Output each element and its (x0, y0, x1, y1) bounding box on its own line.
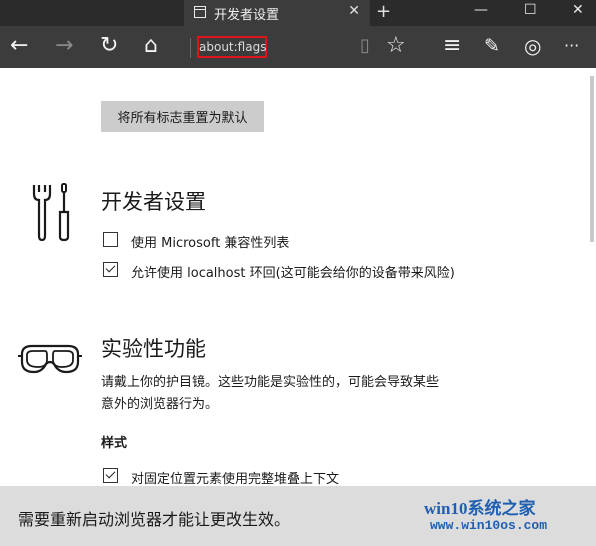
refresh-button[interactable]: ↻ (100, 34, 118, 58)
developer-settings-heading: 开发者设置 (101, 190, 206, 214)
experimental-description: 请戴上你的护目镜。这些功能是实验性的，可能会导致某些 意外的浏览器行为。 (101, 372, 481, 416)
new-tab-button[interactable]: + (376, 1, 391, 22)
hub-button[interactable]: ≡ (443, 34, 461, 58)
stacking-context-checkbox[interactable] (103, 468, 118, 483)
reset-all-flags-button[interactable]: 将所有标志重置为默认 (101, 101, 264, 132)
compat-list-checkbox[interactable] (103, 232, 118, 247)
title-bar: 开发者设置 ✕ + — ☐ ✕ (0, 0, 596, 26)
description-line-1: 请戴上你的护目镜。这些功能是实验性的，可能会导致某些 (101, 375, 440, 390)
reading-view-button[interactable]: ▯ (360, 34, 370, 58)
minimize-button[interactable]: — (474, 2, 488, 18)
tab-close-icon[interactable]: ✕ (348, 3, 360, 19)
style-subheading: 样式 (101, 436, 128, 451)
wrench-screwdriver-icon (32, 183, 70, 242)
more-button[interactable]: ··· (564, 34, 579, 58)
localhost-loopback-checkbox[interactable] (103, 262, 118, 277)
forward-button[interactable]: → (55, 34, 73, 58)
description-line-2: 意外的浏览器行为。 (101, 397, 219, 412)
goggles-icon (18, 344, 82, 374)
tab-title: 开发者设置 (214, 8, 280, 23)
favorite-button[interactable]: ☆ (386, 34, 406, 58)
localhost-loopback-label: 允许使用 localhost 环回(这可能会给你的设备带来风险) (131, 266, 455, 281)
back-button[interactable]: ← (10, 34, 28, 58)
watermark-url: www.win10os.com (430, 518, 548, 533)
restart-notice-text: 需要重新启动浏览器才能让更改生效。 (18, 510, 291, 529)
experimental-features-heading: 实验性功能 (101, 337, 206, 361)
scrollbar-thumb[interactable] (590, 76, 594, 242)
close-window-button[interactable]: ✕ (572, 2, 584, 18)
maximize-button[interactable]: ☐ (524, 2, 537, 18)
home-button[interactable]: ⌂ (144, 34, 158, 58)
compat-list-label: 使用 Microsoft 兼容性列表 (131, 236, 290, 251)
watermark-title: win10系统之家 (424, 499, 536, 518)
site-watermark: win10系统之家 www.win10os.com (424, 494, 594, 542)
stacking-context-label: 对固定位置元素使用完整堆叠上下文 (131, 472, 340, 487)
address-divider (190, 38, 191, 58)
share-button[interactable]: ◎ (524, 34, 541, 58)
web-note-button[interactable]: ✎ (484, 34, 500, 58)
page-icon (194, 6, 206, 18)
tab-developer-settings[interactable]: 开发者设置 ✕ (184, 0, 370, 26)
address-bar[interactable]: about:flags (197, 36, 267, 58)
browser-toolbar: ← → ↻ ⌂ about:flags ▯ ☆ ≡ ✎ ◎ ··· (0, 26, 596, 68)
